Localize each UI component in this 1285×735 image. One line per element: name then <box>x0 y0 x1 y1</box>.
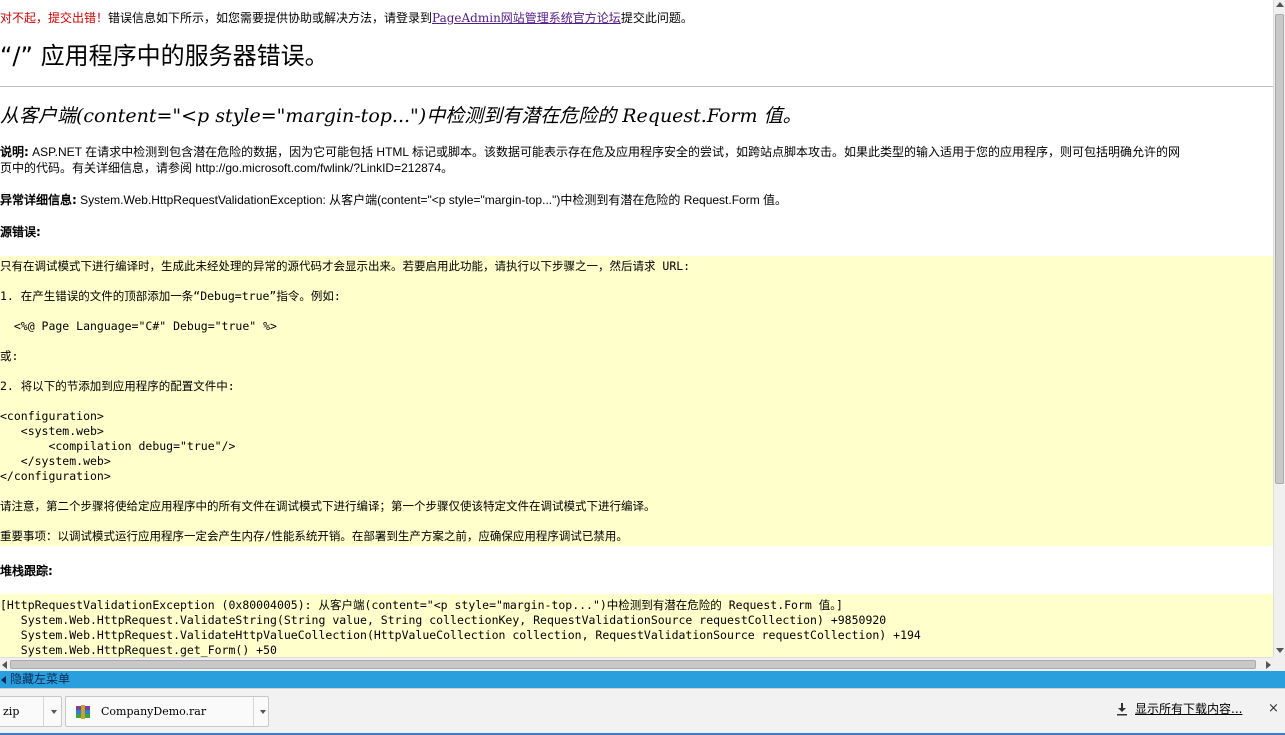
stack-line: System.Web.HttpRequest.ValidateString(St… <box>0 613 887 627</box>
stack-line: [HttpRequestValidationException (0x80004… <box>0 598 843 612</box>
browser-viewport: 对不起，提交出错！错误信息如下所示，如您需要提供协助或解决方法，请登录到Page… <box>0 0 1273 657</box>
source-error-label: 源错误: <box>0 225 41 239</box>
rar-archive-icon <box>76 705 90 719</box>
download-item-divider <box>253 697 254 726</box>
source-line: 只有在调试模式下进行编译时，生成此未经处理的异常的源代码才会显示出来。若要启用此… <box>0 259 691 273</box>
horizontal-scroll-thumb[interactable] <box>10 660 1256 669</box>
source-line: <%@ Page Language="C#" Debug="true" %> <box>0 319 277 333</box>
download-icon <box>1117 703 1127 716</box>
download-item-name: CompanyDemo.rar <box>101 705 207 718</box>
forum-link[interactable]: PageAdmin网站管理系统官方论坛 <box>432 11 621 25</box>
description-text-line1: ASP.NET 在请求中检测到包含潜在危险的数据，因为它可能包括 HTML 标记… <box>28 145 1180 159</box>
fwlink-link[interactable]: http://go.microsoft.com/fwlink/?LinkID=2… <box>195 161 441 175</box>
error-title: 从客户端(content="<p style="margin-top...")中… <box>0 105 802 127</box>
notice-body: 错误信息如下所示，如您需要提供协助或解决方法，请登录到 <box>108 11 433 25</box>
page-title: “/” 应用程序中的服务器错误。 <box>0 42 329 70</box>
notice-suffix: 提交此问题。 <box>620 11 693 25</box>
scrollbar-corner <box>1273 657 1285 671</box>
source-line: <system.web> <box>0 424 104 438</box>
title-divider <box>0 86 1273 87</box>
close-icon[interactable]: × <box>1268 701 1279 717</box>
chevron-down-icon[interactable] <box>260 710 266 714</box>
stack-line: System.Web.HttpRequest.get_Form() +50 <box>0 643 277 657</box>
source-line: 重要事项：以调试模式运行应用程序一定会产生内存/性能系统开销。在部署到生产方案之… <box>0 529 628 543</box>
hide-left-menu-label[interactable]: 隐藏左菜单 <box>10 672 70 687</box>
description-label: 说明: <box>0 145 29 159</box>
exception-details: 异常详细信息: System.Web.HttpRequestValidation… <box>0 192 787 208</box>
source-line: </configuration> <box>0 469 111 483</box>
stack-trace-label: 堆栈跟踪: <box>0 564 53 578</box>
chevron-down-icon[interactable] <box>51 710 57 714</box>
exception-text: System.Web.HttpRequestValidationExceptio… <box>76 193 788 207</box>
source-line: 1. 在产生错误的文件的顶部添加一条“Debug=true”指令。例如: <box>0 289 341 303</box>
horizontal-scrollbar[interactable] <box>0 657 1273 671</box>
vertical-scroll-thumb[interactable] <box>1275 14 1284 484</box>
download-item-name: zip <box>3 705 20 718</box>
source-line: <configuration> <box>0 409 104 423</box>
source-error-box: 只有在调试模式下进行编译时，生成此未经处理的异常的源代码才会显示出来。若要启用此… <box>0 256 1273 546</box>
vertical-scrollbar[interactable] <box>1273 0 1285 657</box>
source-line: 请注意，第二个步骤将使给定应用程序中的所有文件在调试模式下进行编译；第一个步骤仅… <box>0 499 656 513</box>
description-text-line2: 页中的代码。有关详细信息，请参阅 <box>0 161 196 175</box>
collapse-left-icon[interactable] <box>1 676 6 684</box>
stack-trace-box: [HttpRequestValidationException (0x80004… <box>0 594 1273 657</box>
download-item-divider <box>43 697 44 726</box>
exception-label: 异常详细信息: <box>0 193 77 207</box>
notice-prefix: 对不起，提交出错！ <box>0 11 109 25</box>
scroll-right-icon[interactable] <box>1266 661 1271 669</box>
scroll-left-icon[interactable] <box>2 661 7 669</box>
download-item-rar[interactable]: CompanyDemo.rar <box>65 696 269 727</box>
source-line: 2. 将以下的节添加到应用程序的配置文件中: <box>0 379 235 393</box>
source-line: </system.web> <box>0 454 111 468</box>
scroll-up-icon[interactable] <box>1276 2 1284 7</box>
scroll-down-icon[interactable] <box>1276 648 1284 653</box>
hide-left-menu-bar[interactable]: 隐藏左菜单 <box>0 671 1285 688</box>
download-shelf: zip CompanyDemo.rar 显示所有下载内容... × <box>0 688 1285 735</box>
source-line: <compilation debug="true"/> <box>0 439 236 453</box>
description-end: 。 <box>441 161 454 175</box>
description: 说明: ASP.NET 在请求中检测到包含潜在危险的数据，因为它可能包括 HTM… <box>0 144 1273 176</box>
error-notice: 对不起，提交出错！错误信息如下所示，如您需要提供协助或解决方法，请登录到Page… <box>0 10 693 26</box>
download-item-zip[interactable]: zip <box>0 696 62 727</box>
show-all-downloads-link[interactable]: 显示所有下载内容... <box>1135 701 1242 717</box>
source-line: 或: <box>0 349 19 363</box>
stack-line: System.Web.HttpRequest.ValidateHttpValue… <box>0 628 921 642</box>
